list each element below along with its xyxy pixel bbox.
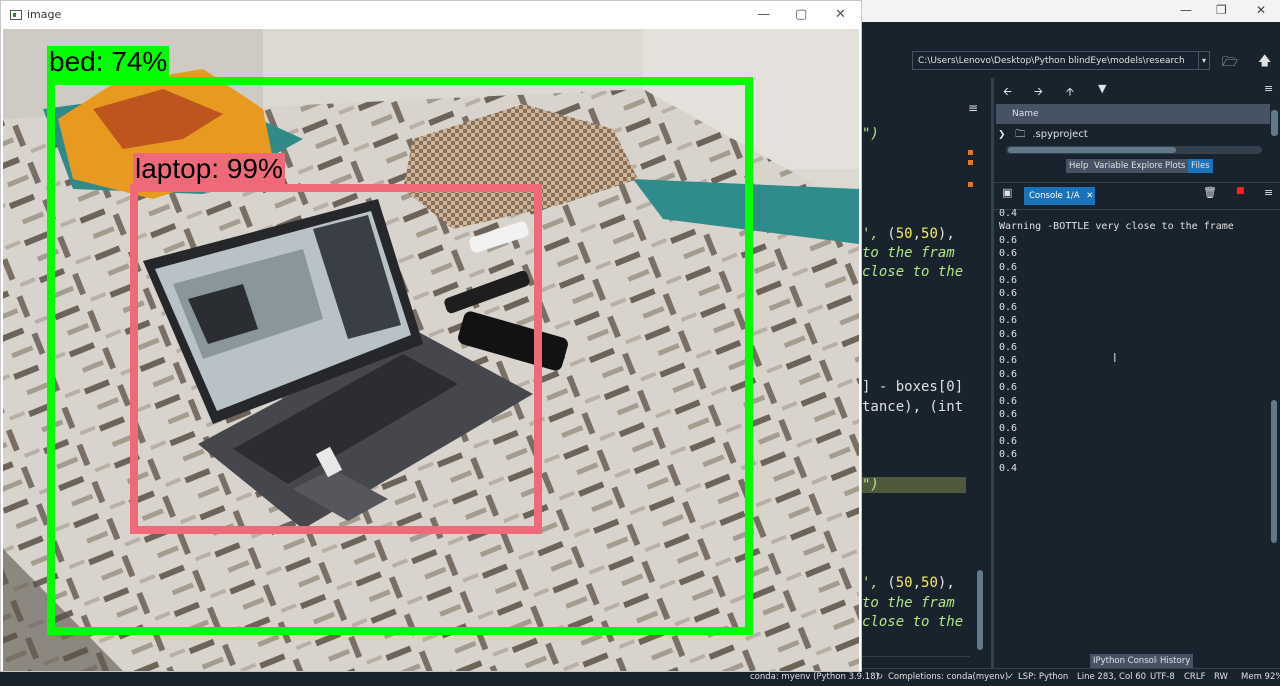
close-icon[interactable]: ✕ bbox=[835, 7, 846, 22]
camera-frame: bed: 74% laptop: 99% bbox=[3, 29, 859, 671]
laptop-detection-label-bg: laptop: 99% bbox=[133, 153, 285, 186]
console-line: 0.6 bbox=[999, 342, 1018, 354]
console-line: 0.6 bbox=[999, 288, 1018, 300]
tab-plots[interactable]: Plots bbox=[1162, 159, 1189, 173]
console-line: 0.6 bbox=[999, 275, 1018, 287]
console-line: 0.6 bbox=[999, 449, 1018, 461]
console-line: 0.4 bbox=[999, 208, 1018, 219]
forward-arrow-icon[interactable]: 🡪 bbox=[1034, 83, 1043, 102]
status-lsp[interactable]: LSP: Python bbox=[1018, 669, 1068, 686]
maximize-icon[interactable]: ▢ bbox=[795, 7, 807, 22]
console-line: 0.6 bbox=[999, 328, 1018, 340]
console-line: 0.6 bbox=[999, 261, 1018, 273]
code-line: close to the bbox=[862, 614, 964, 630]
laptop-detection-box bbox=[130, 184, 542, 534]
stop-icon[interactable]: ■ bbox=[1236, 186, 1245, 196]
bed-detection-label: bed: 74% bbox=[49, 46, 168, 77]
tab-variable-explorer[interactable]: Variable Explorer bbox=[1091, 159, 1170, 173]
editor-options-icon[interactable]: ≡ bbox=[968, 101, 978, 115]
warning-marker[interactable] bbox=[968, 182, 973, 187]
file-row[interactable]: ❯ 🗀 .spyproject bbox=[998, 127, 1268, 142]
console-line: 0.6 bbox=[999, 355, 1018, 367]
close-icon[interactable]: ✕ bbox=[1256, 3, 1266, 17]
status-mode: RW bbox=[1214, 672, 1228, 682]
files-vertical-scrollbar[interactable] bbox=[1271, 110, 1278, 136]
status-completions[interactable]: Completions: conda(myenv) bbox=[888, 669, 1008, 686]
console-options-icon[interactable]: ≡ bbox=[1264, 186, 1273, 199]
parent-directory-icon[interactable]: 🡅 bbox=[1258, 52, 1271, 74]
restore-icon[interactable]: ❐ bbox=[1216, 3, 1227, 17]
console-line: 0.6 bbox=[999, 409, 1018, 421]
pane-options-icon[interactable]: ≡ bbox=[1264, 82, 1273, 95]
laptop-detection-label: laptop: 99% bbox=[135, 153, 283, 184]
console-line: 0.6 bbox=[999, 301, 1018, 313]
chevron-right-icon[interactable]: ❯ bbox=[998, 128, 1012, 143]
code-line: ', (50,50), bbox=[862, 226, 955, 242]
code-line: ', (50,50), bbox=[862, 575, 955, 591]
minimize-icon[interactable]: — bbox=[1180, 3, 1192, 17]
filter-icon[interactable]: ▼ bbox=[1098, 82, 1106, 95]
warning-marker[interactable] bbox=[968, 150, 973, 155]
status-encoding: UTF-8 bbox=[1150, 672, 1175, 682]
console-line: 0.6 bbox=[999, 368, 1018, 380]
code-line: ] - boxes[0] bbox=[862, 379, 964, 395]
clear-console-icon[interactable]: 🗑 bbox=[1203, 186, 1217, 199]
completions-icon: ↻ bbox=[876, 672, 884, 682]
working-directory-path: C:\Users\Lenovo\Desktop\Python blindEye\… bbox=[918, 56, 1185, 66]
image-window-title: image bbox=[27, 8, 62, 21]
editor-horizontal-scrollbar[interactable] bbox=[862, 656, 970, 665]
code-line: tance), (int bbox=[862, 399, 964, 415]
up-arrow-icon[interactable]: 🡩 bbox=[1066, 83, 1074, 102]
chevron-down-icon[interactable]: ▾ bbox=[1198, 52, 1209, 69]
tab-ipython-console[interactable]: IPython Console bbox=[1090, 654, 1165, 668]
folder-icon: 🗀 bbox=[1015, 129, 1026, 140]
tab-files[interactable]: Files bbox=[1188, 159, 1213, 173]
console-line: 0.6 bbox=[999, 422, 1018, 434]
status-memory: Mem 92% bbox=[1241, 672, 1280, 682]
bed-detection-label-bg: bed: 74% bbox=[47, 46, 170, 81]
console-line: 0.6 bbox=[999, 248, 1018, 260]
status-position: Line 283, Col 60 bbox=[1077, 672, 1147, 682]
code-line: to the fram bbox=[862, 595, 955, 611]
editor-scrollbar[interactable] bbox=[977, 570, 983, 650]
code-line: close to the bbox=[862, 264, 964, 280]
working-directory-combo[interactable]: C:\Users\Lenovo\Desktop\Python blindEye\… bbox=[912, 51, 1210, 70]
console-line: Warning -BOTTLE very close to the frame bbox=[999, 221, 1234, 233]
console-line: 0.6 bbox=[999, 315, 1018, 327]
files-column-header[interactable]: Name bbox=[996, 104, 1270, 124]
minimize-icon[interactable]: — bbox=[757, 7, 770, 22]
console-line: 0.6 bbox=[999, 382, 1018, 394]
status-eol: CRLF bbox=[1184, 672, 1206, 682]
text-cursor-icon: I bbox=[1113, 351, 1117, 365]
tab-help[interactable]: Help bbox=[1066, 159, 1092, 173]
console-line: 0.4 bbox=[999, 462, 1018, 474]
code-line-current: ") bbox=[862, 477, 966, 493]
console-scrollbar[interactable] bbox=[1271, 400, 1277, 543]
tab-console[interactable]: Console 1/A ✕ bbox=[1024, 187, 1095, 205]
back-arrow-icon[interactable]: 🡨 bbox=[1003, 83, 1012, 102]
console-output[interactable]: 0.4 Warning -BOTTLE very close to the fra… bbox=[999, 207, 1267, 647]
console-line: 0.6 bbox=[999, 395, 1018, 407]
files-scroll-thumb[interactable] bbox=[1008, 147, 1176, 153]
app-icon bbox=[10, 10, 22, 20]
check-icon: ✓ bbox=[1007, 672, 1015, 682]
browse-tabs-icon[interactable]: ▣ bbox=[1002, 186, 1012, 199]
console-line: 0.6 bbox=[999, 234, 1018, 246]
close-tab-icon[interactable]: ✕ bbox=[1086, 191, 1093, 201]
folder-open-icon[interactable]: 🗁 bbox=[1222, 53, 1238, 75]
tab-history[interactable]: History bbox=[1157, 654, 1194, 668]
code-line: ") bbox=[862, 126, 879, 142]
warning-marker[interactable] bbox=[968, 160, 973, 165]
code-line: to the fram bbox=[862, 245, 955, 261]
console-line: 0.6 bbox=[999, 435, 1018, 447]
image-window-titlebar[interactable]: image — ▢ ✕ bbox=[1, 1, 860, 29]
spyder-titlebar: — ❐ ✕ bbox=[860, 0, 1280, 22]
